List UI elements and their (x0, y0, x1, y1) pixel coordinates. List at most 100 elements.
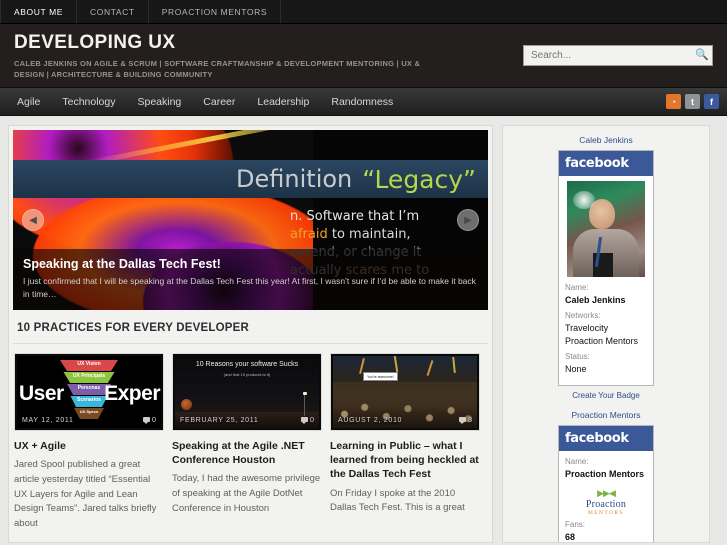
facebook-badge-header: facebook (559, 151, 653, 176)
nav-item-randomness[interactable]: Randomness (320, 88, 404, 116)
slider-next-arrow-icon[interactable]: ▶ (457, 209, 479, 231)
facebook-badge-header: facebook (559, 426, 653, 452)
section-title: 10 Practices for Every Developer (13, 310, 488, 344)
facebook-logo: facebook (565, 431, 629, 447)
post-title[interactable]: Learning in Public – what I learned from… (330, 439, 480, 482)
thumb-word-right: Exper (104, 382, 160, 405)
proaction-logo-name: Proaction (585, 499, 627, 511)
thumb-headline: 10 Reasons your software Sucks (195, 361, 299, 368)
definition-accent-afraid: afraid (290, 226, 328, 242)
post-card[interactable]: UX Vision UX Principals Personas Scenari… (14, 353, 164, 532)
nav-item-career[interactable]: Career (192, 88, 246, 116)
facebook-logo: facebook (565, 156, 629, 171)
topbar-item-proaction-mentors[interactable]: Proaction Mentors (149, 0, 282, 23)
slider-caption-text: I just confirmed that I will be speaking… (23, 275, 476, 299)
page-shell: Definition “Legacy” n. Software that I’m… (0, 116, 727, 543)
nav-item-technology[interactable]: Technology (51, 88, 126, 116)
facebook-icon[interactable]: f (704, 94, 719, 109)
field-label-status: Status: (565, 352, 590, 362)
widget-title[interactable]: Proaction Mentors (509, 410, 703, 420)
facebook-badge[interactable]: facebook Name: Proaction Mentors ▶▶◀ Pro… (558, 425, 654, 543)
post-excerpt: On Friday I spoke at the 2010 Dallas Tec… (330, 487, 465, 514)
thumbnail-image: 10 Reasons your software Sucks (and that… (175, 356, 319, 428)
field-value-networks: Travelocity Proaction Mentors (565, 323, 639, 347)
funnel-layer: Scenarios (70, 396, 108, 407)
thumbnail-image: You're awesome! August 2, 2010 8 (333, 356, 477, 428)
post-title[interactable]: Speaking at the Agile .NET Conference Ho… (172, 439, 322, 467)
site-title[interactable]: Developing UX (14, 32, 444, 54)
thumbnail-image: UX Vision UX Principals Personas Scenari… (17, 356, 161, 428)
thumb-word-left: User (19, 382, 64, 405)
post-card[interactable]: You're awesome! August 2, 2010 8 Learnin… (330, 353, 480, 532)
comment-bubble-icon (300, 417, 308, 424)
slider-prev-arrow-icon[interactable]: ◀ (22, 209, 44, 231)
nav-item-list: Agile Technology Speaking Career Leaders… (6, 88, 404, 115)
nav-item-agile[interactable]: Agile (6, 88, 51, 116)
nav-item-leadership[interactable]: Leadership (246, 88, 320, 116)
definition-line-1: n. Software that I’m (290, 209, 420, 224)
thumb-sign: You're awesome! (363, 372, 398, 381)
widget-facebook-caleb-jenkins: Caleb Jenkins facebook Name: Caleb Jenki… (509, 135, 703, 400)
field-value-fans: 68 (565, 532, 576, 543)
proaction-mentors-logo: ▶▶◀ Proaction MENTORS (565, 484, 647, 519)
facebook-badge-body: Name: Caleb Jenkins Networks: Travelocit… (559, 176, 653, 385)
definition-line-2-rest: to maintain, (327, 226, 411, 242)
widget-title[interactable]: Caleb Jenkins (509, 135, 703, 145)
thumb-light (303, 392, 307, 395)
comment-bubble-icon (142, 417, 150, 424)
rss-icon[interactable]: ◔ (666, 94, 681, 109)
comment-count-value: 8 (467, 415, 472, 424)
definition-banner: Definition “Legacy” (13, 160, 488, 198)
nav-item-speaking[interactable]: Speaking (126, 88, 192, 116)
post-comment-count: 0 (142, 415, 156, 424)
post-excerpt: Jared Spool published a great article ye… (14, 459, 157, 530)
content-column: Definition “Legacy” n. Software that I’m… (8, 125, 493, 543)
definition-label: Definition (236, 165, 353, 193)
comment-count-value: 0 (151, 415, 156, 424)
field-label-fans: Fans: (565, 520, 586, 530)
top-utility-bar: About Me Contact Proaction Mentors (0, 0, 727, 24)
post-date: August 2, 2010 (338, 417, 403, 424)
twitter-icon[interactable]: t (685, 94, 700, 109)
thumb-pole (304, 394, 305, 416)
field-label-name: Name: (565, 283, 589, 292)
slider-caption-title[interactable]: Speaking at the Dallas Tech Fest! (23, 257, 478, 271)
post-card[interactable]: 10 Reasons your software Sucks (and that… (172, 353, 322, 532)
search-box: 🔍 (523, 45, 713, 66)
field-value-status: None (565, 364, 587, 375)
site-tagline: Caleb Jenkins on Agile & Scrum | Softwar… (14, 58, 421, 79)
post-comment-count: 8 (458, 415, 472, 424)
widget-facebook-proaction-mentors: Proaction Mentors facebook Name: Proacti… (509, 410, 703, 543)
facebook-badge[interactable]: facebook Name: Caleb Jenkins Networks: T… (558, 150, 654, 387)
social-links: ◔ t f (666, 94, 719, 109)
field-label-name: Name: (565, 457, 589, 467)
post-title[interactable]: UX + Agile (14, 439, 164, 453)
funnel-layer: UX Vision (60, 360, 118, 371)
topbar-item-about-me[interactable]: About Me (0, 0, 78, 23)
photo-flash-shape (573, 191, 595, 209)
post-comment-count: 0 (300, 415, 314, 424)
post-date: May 12, 2011 (22, 417, 74, 424)
topbar-item-label: About Me (14, 6, 64, 17)
field-value-name: Proaction Mentors (565, 469, 645, 480)
masthead: Developing UX Caleb Jenkins on Agile & S… (0, 24, 727, 88)
post-thumbnail[interactable]: You're awesome! August 2, 2010 8 (330, 353, 480, 431)
brand[interactable]: Developing UX Caleb Jenkins on Agile & S… (14, 31, 444, 80)
search-input[interactable] (523, 45, 713, 66)
facebook-badge-body: Name: Proaction Mentors ▶▶◀ Proaction ME… (559, 451, 653, 543)
profile-photo (567, 181, 645, 277)
post-thumbnail[interactable]: UX Vision UX Principals Personas Scenari… (14, 353, 164, 431)
post-excerpt: Today, I had the awesome privilege of sp… (172, 473, 321, 514)
create-your-badge-link[interactable]: Create Your Badge (509, 391, 703, 400)
post-thumbnail[interactable]: 10 Reasons your software Sucks (and that… (172, 353, 322, 431)
topbar-item-label: Proaction Mentors (161, 6, 268, 17)
comment-bubble-icon (458, 417, 466, 424)
proaction-arrows-icon: ▶▶◀ (597, 488, 616, 499)
topbar-item-contact[interactable]: Contact (77, 0, 149, 23)
post-date: February 25, 2011 (180, 417, 259, 424)
thumb-subline: (and that 10 products to it) (223, 372, 271, 377)
post-grid: UX Vision UX Principals Personas Scenari… (13, 353, 488, 532)
field-label-networks: Networks: (565, 311, 601, 321)
hero-slider[interactable]: Definition “Legacy” n. Software that I’m… (13, 130, 488, 310)
thumb-moon (181, 399, 192, 410)
